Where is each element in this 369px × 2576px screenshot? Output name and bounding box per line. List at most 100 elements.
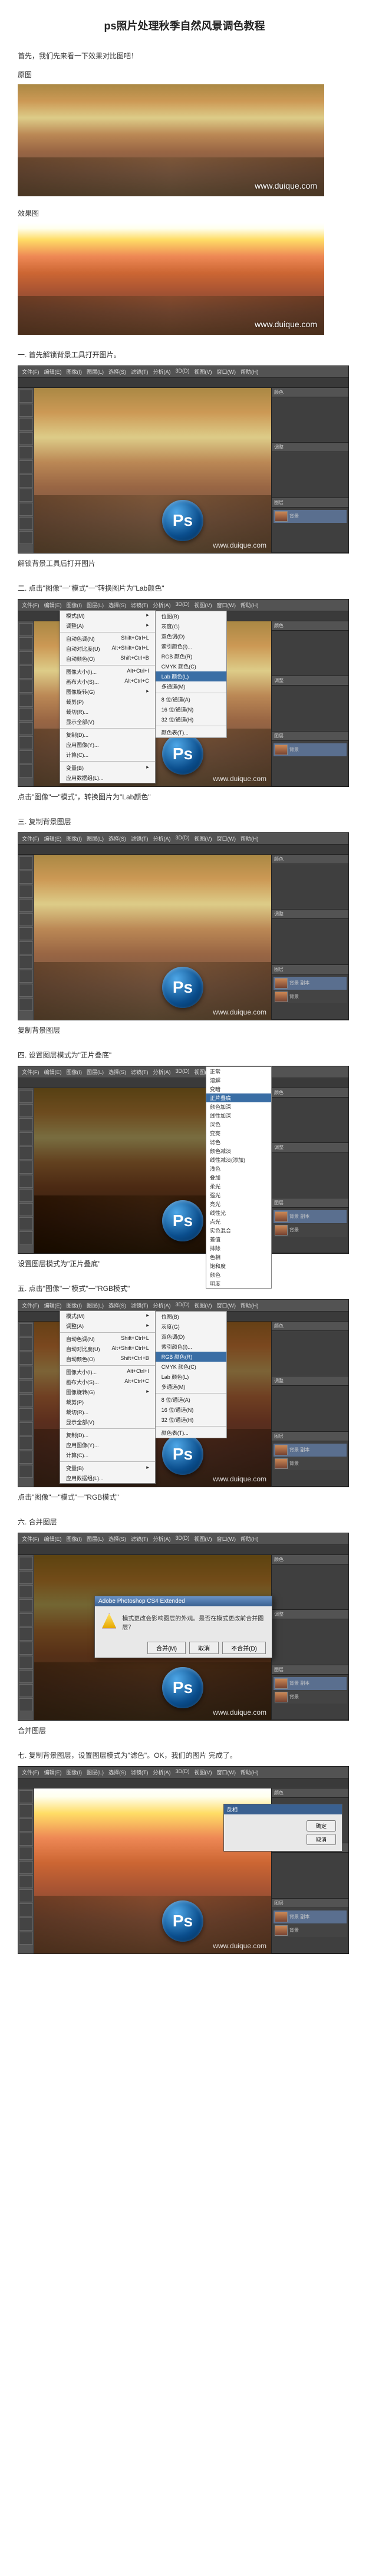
submenu-item[interactable]: 颜色表(T)... xyxy=(156,1428,226,1438)
menu-item[interactable]: 应用图像(Y)... xyxy=(60,740,155,750)
tool-icon[interactable] xyxy=(19,857,33,869)
menu-item[interactable]: 视图(V) xyxy=(195,835,212,842)
tool-icon[interactable] xyxy=(19,1408,33,1421)
menu-item[interactable]: 显示全部(V) xyxy=(60,1417,155,1427)
tool-icon[interactable] xyxy=(19,1585,33,1598)
tool-icon[interactable] xyxy=(19,390,33,403)
tool-icon[interactable] xyxy=(19,1231,33,1244)
menu-item[interactable]: 3D(D) xyxy=(176,1068,190,1076)
tool-icon[interactable] xyxy=(19,1861,33,1874)
menu-item[interactable]: 模式(M)▸ xyxy=(60,1311,155,1321)
menu-item[interactable]: 选择(S) xyxy=(108,368,126,375)
tool-icon[interactable] xyxy=(19,1599,33,1612)
mode-submenu[interactable]: 位图(B)灰度(G)双色调(D)索引颜色(I)...RGB 颜色(R)CMYK … xyxy=(155,1311,227,1438)
menu-item[interactable]: 变量(B)▸ xyxy=(60,763,155,773)
menu-item[interactable]: 复制(D)... xyxy=(60,730,155,740)
menu-item[interactable]: 编辑(E) xyxy=(44,1068,62,1076)
menu-item[interactable]: 自动颜色(O)Shift+Ctrl+B xyxy=(60,654,155,664)
tool-icon[interactable] xyxy=(19,1451,33,1464)
tool-icon[interactable] xyxy=(19,984,33,997)
submenu-item[interactable]: 多通道(M) xyxy=(156,681,226,691)
submenu-item[interactable]: Lab 颜色(L) xyxy=(156,1372,226,1382)
submenu-item[interactable]: CMYK 颜色(C) xyxy=(156,661,226,671)
menu-item[interactable]: 编辑(E) xyxy=(44,601,62,609)
tool-icon[interactable] xyxy=(19,489,33,502)
menu-item[interactable]: 图像(I) xyxy=(67,1068,83,1076)
tool-icon[interactable] xyxy=(19,1189,33,1202)
menu-item[interactable]: 图层(L) xyxy=(87,368,104,375)
menu-item[interactable]: 图像(I) xyxy=(67,1302,83,1309)
menu-item[interactable]: 应用图像(Y)... xyxy=(60,1440,155,1450)
tool-icon[interactable] xyxy=(19,1875,33,1888)
menu-item[interactable]: 分析(A) xyxy=(153,1535,171,1543)
tool-icon[interactable] xyxy=(19,1352,33,1365)
tool-icon[interactable] xyxy=(19,1642,33,1655)
submenu-item[interactable]: RGB 颜色(R) xyxy=(156,1352,226,1362)
tool-icon[interactable] xyxy=(19,517,33,530)
submenu-item[interactable]: 8 位/通道(A) xyxy=(156,1395,226,1405)
tool-icon[interactable] xyxy=(19,998,33,1011)
blend-option[interactable]: 差值 xyxy=(206,1235,271,1244)
tool-icon[interactable] xyxy=(19,404,33,417)
menu-item[interactable]: 帮助(H) xyxy=(240,368,259,375)
menu-item[interactable]: 滤镜(T) xyxy=(131,1068,149,1076)
menu-item[interactable]: 分析(A) xyxy=(153,1768,171,1776)
tool-icon[interactable] xyxy=(19,927,33,940)
mode-submenu[interactable]: 位图(B)灰度(G)双色调(D)索引颜色(I)...RGB 颜色(R)CMYK … xyxy=(155,611,227,738)
menu-item[interactable]: 图像旋转(G)▸ xyxy=(60,687,155,697)
menu-item[interactable]: 自动对比度(U)Alt+Shift+Ctrl+L xyxy=(60,644,155,654)
blend-option[interactable]: 颜色 xyxy=(206,1270,271,1279)
menu-item[interactable]: 帮助(H) xyxy=(240,1302,259,1309)
menu-item[interactable]: 编辑(E) xyxy=(44,1302,62,1309)
blend-option[interactable]: 正片叠底 xyxy=(206,1093,271,1102)
blend-option[interactable]: 深色 xyxy=(206,1120,271,1129)
menu-item[interactable]: 选择(S) xyxy=(108,1068,126,1076)
ok-button[interactable]: 确定 xyxy=(307,1820,336,1831)
tool-icon[interactable] xyxy=(19,1557,33,1570)
menu-item[interactable]: 分析(A) xyxy=(153,1302,171,1309)
layer-bg[interactable]: 背景 xyxy=(274,1457,347,1470)
tool-icon[interactable] xyxy=(19,1090,33,1103)
menu-item[interactable]: 3D(D) xyxy=(176,1302,190,1309)
menu-item[interactable]: 编辑(E) xyxy=(44,1535,62,1543)
tool-icon[interactable] xyxy=(19,1366,33,1379)
tool-icon[interactable] xyxy=(19,432,33,445)
menu-item[interactable]: 调整(A)▸ xyxy=(60,621,155,631)
menu-item[interactable]: 图层(L) xyxy=(87,835,104,842)
menu-item[interactable]: 选择(S) xyxy=(108,1535,126,1543)
tool-icon[interactable] xyxy=(19,418,33,431)
tool-icon[interactable] xyxy=(19,623,33,636)
tool-icon[interactable] xyxy=(19,1847,33,1860)
menu-item[interactable]: 窗口(W) xyxy=(217,835,236,842)
menu-item[interactable]: 应用数据组(L)... xyxy=(60,1473,155,1483)
layer-bg[interactable]: 背景 xyxy=(274,1691,347,1704)
tool-icon[interactable] xyxy=(19,899,33,912)
tool-icon[interactable] xyxy=(19,871,33,884)
blend-option[interactable]: 溶解 xyxy=(206,1076,271,1085)
layer-bg-copy[interactable]: 背景 副本 xyxy=(274,1444,347,1457)
menu-item[interactable]: 滤镜(T) xyxy=(131,1302,149,1309)
menu-item[interactable]: 图层(L) xyxy=(87,601,104,609)
submenu-item[interactable]: 索引颜色(I)... xyxy=(156,1342,226,1352)
menu-item[interactable]: 文件(F) xyxy=(22,835,39,842)
tool-icon[interactable] xyxy=(19,1698,33,1711)
menu-item[interactable]: 图层(L) xyxy=(87,1535,104,1543)
layer-bg-copy[interactable]: 背景 副本 xyxy=(274,1210,347,1223)
menu-item[interactable]: 图像(I) xyxy=(67,1535,83,1543)
tool-icon[interactable] xyxy=(19,736,33,749)
submenu-item[interactable]: 索引颜色(I)... xyxy=(156,641,226,651)
tool-icon[interactable] xyxy=(19,913,33,926)
blend-option[interactable]: 线性减淡(添加) xyxy=(206,1155,271,1164)
tool-icon[interactable] xyxy=(19,446,33,459)
blend-option[interactable]: 线性光 xyxy=(206,1208,271,1217)
tool-icon[interactable] xyxy=(19,1175,33,1188)
tool-icon[interactable] xyxy=(19,885,33,898)
tool-icon[interactable] xyxy=(19,765,33,778)
tool-icon[interactable] xyxy=(19,941,33,954)
menu-item[interactable]: 计算(C)... xyxy=(60,1450,155,1460)
blend-option[interactable]: 饱和度 xyxy=(206,1261,271,1270)
layer-bg[interactable]: 背景 xyxy=(274,1924,347,1937)
menu-item[interactable]: 编辑(E) xyxy=(44,835,62,842)
submenu-item[interactable]: 多通道(M) xyxy=(156,1382,226,1392)
menu-item[interactable]: 3D(D) xyxy=(176,601,190,609)
